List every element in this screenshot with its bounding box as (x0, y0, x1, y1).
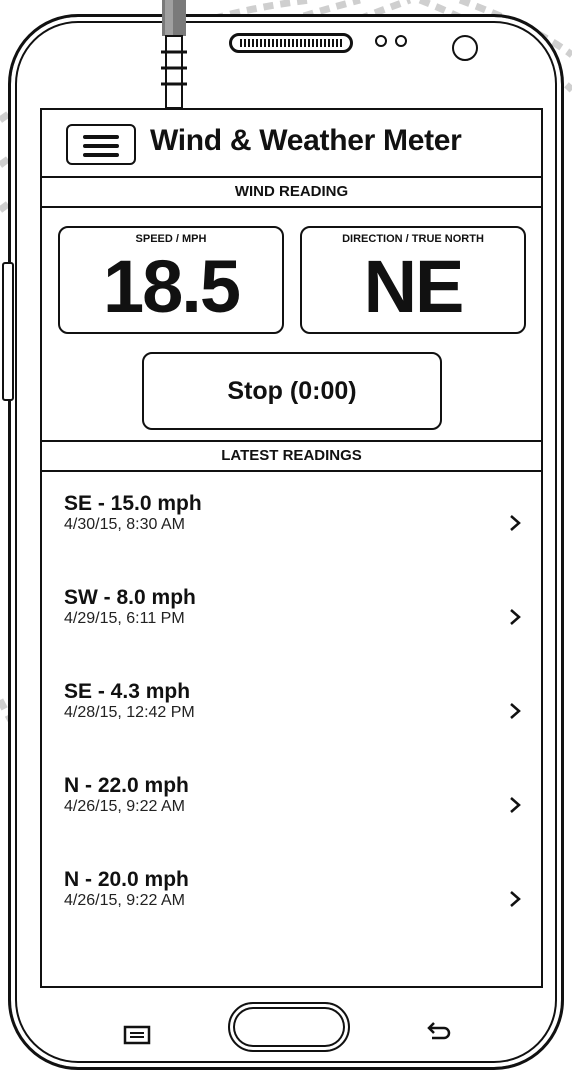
chevron-right-icon (510, 515, 521, 531)
reading-summary: SW - 8.0 mph (64, 586, 196, 609)
light-sensor (395, 35, 407, 47)
reading-timestamp: 4/30/15, 8:30 AM (64, 516, 185, 533)
speed-card: SPEED / MPH 18.5 (58, 226, 284, 334)
back-arrow-icon[interactable] (424, 1020, 454, 1046)
list-item[interactable]: SE - 15.0 mph 4/30/15, 8:30 AM (42, 472, 541, 566)
stop-button[interactable]: Stop (0:00) (142, 352, 442, 430)
device-nav-bar (0, 992, 572, 1062)
speed-value: 18.5 (102, 245, 241, 328)
reading-summary: SE - 4.3 mph (64, 680, 191, 703)
direction-card: DIRECTION / TRUE NORTH NE (300, 226, 526, 334)
reading-timestamp: 4/28/15, 12:42 PM (64, 704, 195, 721)
list-item[interactable]: N - 20.0 mph 4/26/15, 9:22 AM (42, 848, 541, 942)
anemometer-plug-icon (161, 0, 187, 124)
proximity-sensor (375, 35, 387, 47)
front-camera (452, 35, 478, 61)
earpiece-speaker (229, 33, 353, 53)
app-screen: Wind & Weather Meter WIND READING SPEED … (40, 108, 543, 988)
reading-timestamp: 4/26/15, 9:22 AM (64, 798, 185, 815)
latest-readings-header: LATEST READINGS (42, 440, 541, 472)
chevron-right-icon (510, 609, 521, 625)
app-bar: Wind & Weather Meter (42, 110, 541, 178)
chevron-right-icon (510, 703, 521, 719)
reading-timestamp: 4/26/15, 9:22 AM (64, 892, 185, 909)
chevron-right-icon (510, 797, 521, 813)
side-volume-button (2, 262, 14, 401)
list-item[interactable]: SE - 4.3 mph 4/28/15, 12:42 PM (42, 660, 541, 754)
reading-summary: N - 20.0 mph (64, 868, 189, 891)
recent-apps-icon[interactable] (122, 1024, 152, 1046)
menu-button[interactable] (66, 124, 136, 165)
readings-list: SE - 15.0 mph 4/30/15, 8:30 AM SW - 8.0 … (42, 472, 541, 942)
direction-value: NE (363, 245, 465, 328)
home-button[interactable] (228, 1002, 350, 1052)
reading-timestamp: 4/29/15, 6:11 PM (64, 610, 185, 627)
chevron-right-icon (510, 891, 521, 907)
wind-reading-header: WIND READING (42, 178, 541, 208)
reading-summary: N - 22.0 mph (64, 774, 189, 797)
reading-summary: SE - 15.0 mph (64, 492, 202, 515)
list-item[interactable]: SW - 8.0 mph 4/29/15, 6:11 PM (42, 566, 541, 660)
hamburger-menu-icon (83, 135, 119, 162)
list-item[interactable]: N - 22.0 mph 4/26/15, 9:22 AM (42, 754, 541, 848)
app-title: Wind & Weather Meter (150, 124, 462, 157)
